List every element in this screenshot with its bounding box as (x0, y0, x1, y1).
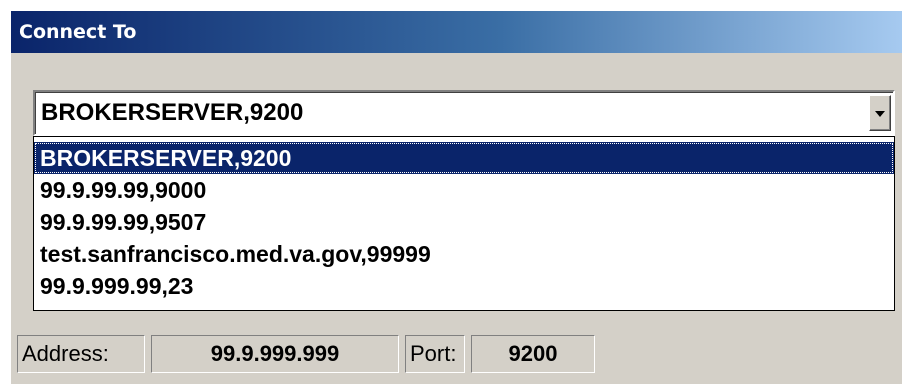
address-value: 99.9.999.999 (151, 335, 399, 373)
connect-to-dialog: Connect To BROKERSERVER,9200 BROKERSERVE… (10, 10, 902, 384)
server-dropdown-list: BROKERSERVER,9200 99.9.99.99,9000 99.9.9… (33, 136, 895, 311)
server-option[interactable]: BROKERSERVER,9200 (34, 142, 894, 174)
dropdown-button[interactable] (869, 95, 891, 131)
chevron-down-icon (875, 111, 885, 117)
status-bar: Address: 99.9.999.999 Port: 9200 (11, 335, 891, 375)
window-title: Connect To (19, 21, 137, 43)
server-option[interactable]: 99.9.99.99,9507 (34, 206, 894, 238)
title-bar[interactable]: Connect To (11, 11, 902, 53)
address-label: Address: (17, 335, 145, 373)
port-label: Port: (405, 335, 465, 373)
port-value: 9200 (471, 335, 595, 373)
server-option[interactable]: 99.9.99.99,9000 (34, 174, 894, 206)
server-option[interactable]: test.sanfrancisco.med.va.gov,99999 (34, 238, 894, 270)
server-combobox[interactable]: BROKERSERVER,9200 (33, 90, 895, 136)
server-combobox-value: BROKERSERVER,9200 (41, 99, 304, 126)
server-option[interactable]: 99.9.999.99,23 (34, 270, 894, 302)
